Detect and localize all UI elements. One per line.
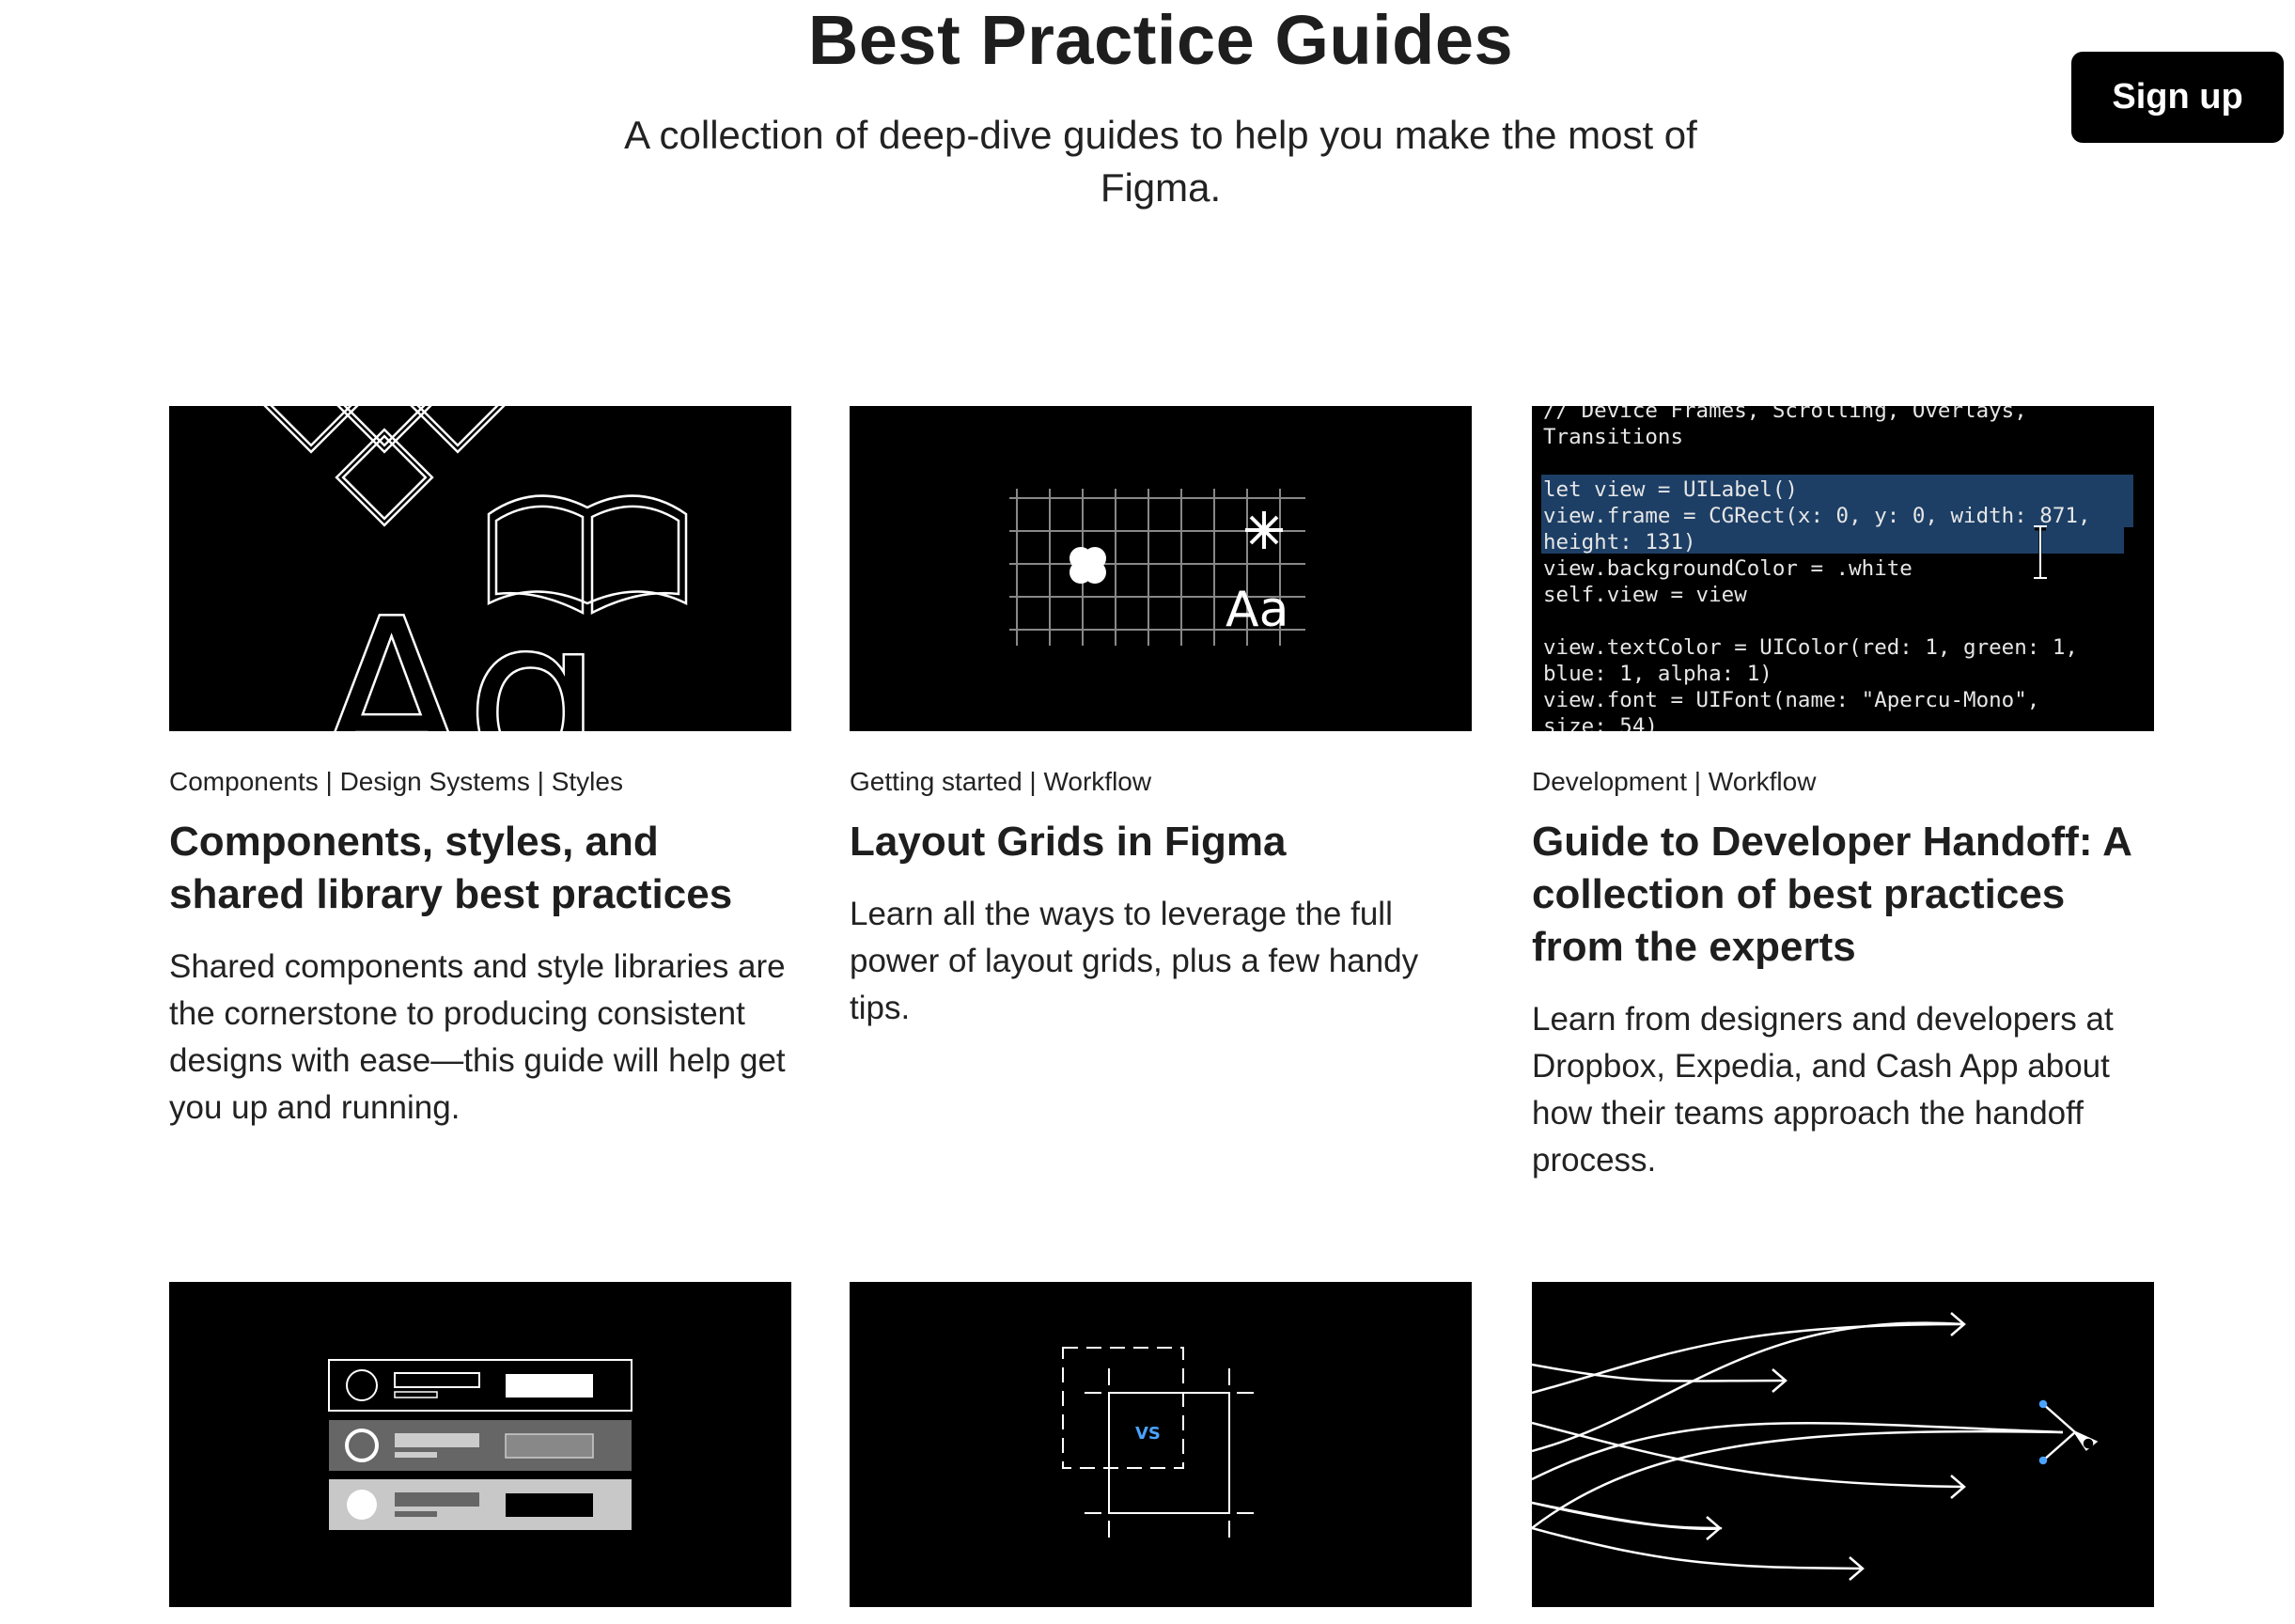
guide-card-layout-grids[interactable]: Aa Getting started | Workflow Layout Gri…	[850, 406, 1472, 1032]
card-tags: Development | Workflow	[1532, 767, 1817, 796]
guide-card-prototype-arrows[interactable]	[1532, 1282, 2154, 1607]
code-line: // Device Frames, Scrolling, Overlays,	[1543, 406, 2027, 423]
components-illustration: Ag	[261, 406, 688, 731]
sign-up-button[interactable]: Sign up	[2071, 52, 2284, 143]
card-description: Learn all the ways to leverage the full …	[850, 896, 1419, 1026]
code-line: height: 131)	[1543, 530, 1696, 554]
card-title[interactable]: Components, styles, and shared library b…	[169, 816, 791, 921]
card-description: Shared components and style libraries ar…	[169, 948, 786, 1126]
code-line: Transitions	[1543, 425, 1683, 449]
guide-card-versus-frames[interactable]: VS	[850, 1282, 1472, 1607]
guide-thumbnail-layout-grids[interactable]: Aa	[850, 406, 1472, 731]
guide-thumbnail-component-variants[interactable]	[169, 1282, 791, 1607]
page-subtitle: A collection of deep-dive guides to help…	[624, 113, 1697, 210]
code-line: view.textColor = UIColor(red: 1, green: …	[1543, 635, 2078, 660]
guide-thumbnail-developer-handoff[interactable]: // Device Frames, Scrolling, Overlays, T…	[1532, 406, 2154, 731]
card-tags: Getting started | Workflow	[850, 767, 1152, 796]
code-line: view.backgroundColor = .white	[1543, 556, 1912, 581]
card-title[interactable]: Guide to Developer Handoff: A collection…	[1532, 816, 2154, 974]
code-lines: // Device Frames, Scrolling, Overlays, T…	[1543, 406, 2090, 731]
code-line: view.frame = CGRect(x: 0, y: 0, width: 8…	[1543, 504, 2090, 528]
code-line: size: 54)	[1543, 714, 1658, 731]
card-title[interactable]: Layout Grids in Figma	[850, 816, 1472, 868]
page-title: Best Practice Guides	[807, 1, 1514, 79]
arrowheads	[1706, 1312, 1966, 1581]
code-line: view.font = UIFont(name: "Apercu-Mono",	[1543, 688, 2039, 712]
vs-label: VS	[1135, 1424, 1161, 1444]
guide-card-components[interactable]: Ag Components | Design Systems | Styles …	[169, 406, 791, 1132]
guide-thumbnail-versus-frames[interactable]: VS	[850, 1282, 1472, 1607]
card-description: Learn from designers and developers at D…	[1532, 1001, 2114, 1179]
code-line: self.view = view	[1543, 583, 1747, 607]
component-variants-illustration	[328, 1359, 632, 1530]
code-snippet-illustration: // Device Frames, Scrolling, Overlays, T…	[1541, 406, 2133, 731]
guide-thumbnail-components[interactable]: Ag	[169, 406, 791, 731]
card-tags: Components | Design Systems | Styles	[169, 767, 623, 796]
ag-glyph: Ag	[318, 573, 602, 731]
guide-thumbnail-prototype-arrows[interactable]	[1532, 1282, 2154, 1607]
prototype-arrows-illustration	[1532, 1312, 2099, 1581]
versus-frames-illustration: VS	[1062, 1347, 1254, 1538]
aa-glyph: Aa	[1226, 582, 1288, 638]
layout-grid-illustration: Aa	[1009, 489, 1305, 646]
guide-card-component-variants[interactable]	[169, 1282, 791, 1607]
code-line: let view = UILabel()	[1543, 477, 1798, 502]
code-line: blue: 1, alpha: 1)	[1543, 662, 1772, 686]
guide-card-developer-handoff[interactable]: // Device Frames, Scrolling, Overlays, T…	[1532, 406, 2154, 1184]
